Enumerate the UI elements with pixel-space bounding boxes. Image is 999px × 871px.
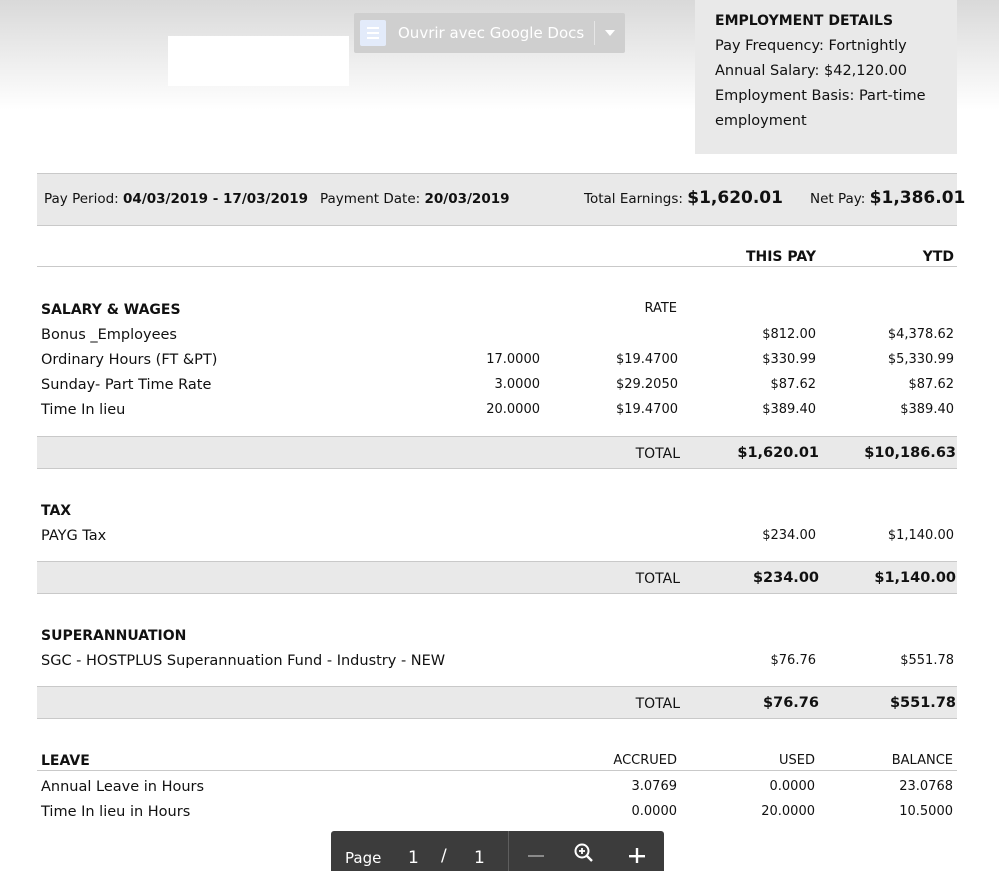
salary-heading: SALARY & WAGES	[41, 302, 181, 318]
accrued-header: ACCRUED	[613, 753, 677, 768]
pay-period: Pay Period: 04/03/2019 - 17/03/2019	[44, 191, 309, 207]
employment-heading: EMPLOYMENT DETAILS	[715, 13, 894, 29]
row-label: Ordinary Hours (FT &PT)	[41, 352, 218, 368]
tax-total-ytd: $1,140.00	[874, 570, 956, 586]
row-ytd: $87.62	[908, 377, 955, 392]
row-this-pay: $87.62	[770, 377, 817, 392]
net-pay: Net Pay: $1,386.01	[810, 188, 966, 208]
zoom-icon[interactable]	[572, 841, 596, 865]
row-accrued: 0.0000	[631, 804, 678, 819]
tax-total-this-pay: $234.00	[752, 570, 819, 586]
row-label: Time In lieu in Hours	[41, 804, 191, 820]
page-separator: /	[441, 846, 447, 866]
row-ytd: $4,378.62	[887, 327, 954, 342]
employment-basis-cont: employment	[715, 113, 807, 129]
salary-total-label: TOTAL	[635, 446, 680, 462]
row-rate: $29.2050	[615, 377, 678, 392]
salary-total-ytd: $10,186.63	[864, 445, 956, 461]
row-label: Annual Leave in Hours	[41, 779, 205, 795]
super-total-label: TOTAL	[635, 696, 680, 712]
super-heading: SUPERANNUATION	[41, 628, 187, 644]
pay-summary-band: Pay Period: 04/03/2019 - 17/03/2019 Paym…	[37, 173, 965, 226]
row-this-pay: $812.00	[762, 327, 816, 342]
row-label: SGC - HOSTPLUS Superannuation Fund - Ind…	[41, 653, 446, 669]
tax-heading: TAX	[41, 503, 72, 519]
row-label: Time In lieu	[41, 402, 126, 418]
row-this-pay: $234.00	[762, 528, 816, 543]
this-pay-header: THIS PAY	[745, 249, 816, 265]
header-divider	[37, 266, 957, 267]
row-balance: 10.5000	[899, 804, 953, 819]
pay-frequency: Pay Frequency: Fortnightly	[715, 38, 907, 54]
row-ytd: $551.78	[900, 653, 954, 668]
row-ytd: $1,140.00	[887, 528, 954, 543]
row-balance: 23.0768	[899, 779, 953, 794]
employment-basis: Employment Basis: Part-time	[715, 88, 926, 104]
total-earnings: Total Earnings: $1,620.01	[584, 188, 783, 208]
tax-total-label: TOTAL	[635, 571, 680, 587]
row-accrued: 3.0769	[631, 779, 678, 794]
plus-icon[interactable]	[625, 841, 649, 865]
row-hours: 3.0000	[494, 377, 541, 392]
employment-details-panel: EMPLOYMENT DETAILS Pay Frequency: Fortni…	[695, 0, 957, 154]
pager-divider	[508, 831, 509, 871]
current-page-input[interactable]: 1	[408, 848, 419, 868]
row-rate: $19.4700	[615, 352, 678, 367]
leave-divider	[37, 770, 957, 771]
super-total-ytd: $551.78	[889, 695, 956, 711]
rate-header: RATE	[644, 301, 677, 316]
tax-total-band	[37, 561, 957, 594]
row-rate: $19.4700	[615, 402, 678, 417]
row-label: PAYG Tax	[41, 528, 107, 544]
row-hours: 17.0000	[486, 352, 540, 367]
ytd-header: YTD	[922, 249, 954, 265]
total-pages: 1	[474, 848, 485, 868]
salary-total-band	[37, 436, 957, 469]
row-label: Sunday- Part Time Rate	[41, 377, 212, 393]
row-this-pay: $330.99	[762, 352, 816, 367]
row-ytd: $389.40	[900, 402, 954, 417]
minus-icon[interactable]	[524, 841, 548, 865]
page-navigation-bar: Page 1 / 1	[331, 831, 664, 871]
page-label: Page	[345, 849, 382, 867]
open-with-google-docs-button[interactable]: Ouvrir avec Google Docs	[354, 13, 625, 53]
row-used: 20.0000	[761, 804, 815, 819]
row-ytd: $5,330.99	[887, 352, 954, 367]
open-with-label: Ouvrir avec Google Docs	[398, 24, 585, 42]
super-total-band	[37, 686, 957, 719]
row-used: 0.0000	[769, 779, 816, 794]
used-header: USED	[779, 753, 815, 768]
google-docs-icon	[360, 20, 386, 46]
row-hours: 20.0000	[486, 402, 540, 417]
row-this-pay: $76.76	[770, 653, 817, 668]
blank-panel	[168, 36, 349, 86]
super-total-this-pay: $76.76	[763, 695, 819, 711]
annual-salary: Annual Salary: $42,120.00	[715, 63, 908, 79]
salary-total-this-pay: $1,620.01	[737, 445, 819, 461]
payment-date: Payment Date: 20/03/2019	[320, 191, 510, 207]
balance-header: BALANCE	[891, 753, 953, 768]
row-label: Bonus _Employees	[41, 327, 177, 343]
row-this-pay: $389.40	[762, 402, 816, 417]
leave-heading: LEAVE	[41, 753, 90, 769]
chevron-down-icon[interactable]	[595, 30, 625, 36]
